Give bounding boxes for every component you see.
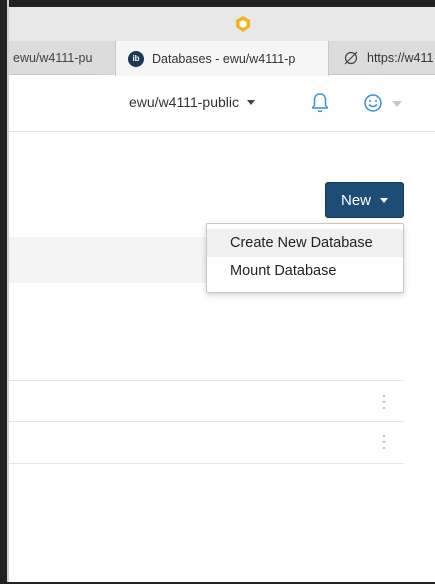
tab-title: Databases - ewu/w4111-p	[152, 51, 296, 66]
honey-shield-icon[interactable]	[235, 15, 251, 33]
no-favicon-globe-icon	[344, 51, 358, 65]
ib-favicon-icon: ib	[128, 50, 144, 67]
row-menu-kebab-icon[interactable]	[382, 434, 386, 450]
browser-titlebar	[9, 7, 435, 41]
browser-tab-3[interactable]: https://w411	[329, 41, 435, 75]
window-frame-top	[0, 0, 435, 7]
smiley-icon[interactable]	[363, 93, 383, 113]
account-label: ewu/w4111-public	[129, 94, 239, 110]
new-button[interactable]: New	[325, 182, 404, 218]
tab-fade	[306, 41, 328, 76]
menu-item-create-new-database[interactable]: Create New Database	[207, 229, 403, 257]
chevron-down-icon	[380, 197, 388, 203]
account-switcher[interactable]: ewu/w4111-public	[129, 94, 255, 110]
main-content: New	[9, 133, 435, 582]
app-header: ewu/w4111-public	[9, 76, 435, 132]
tab-title: https://w411	[367, 51, 434, 65]
new-dropdown-menu: Create New Database Mount Database	[206, 223, 404, 293]
user-menu-chevron-icon[interactable]	[392, 101, 402, 107]
row-menu-kebab-icon[interactable]	[382, 394, 386, 410]
table-row-divider	[9, 463, 404, 464]
table-row-divider	[9, 380, 404, 381]
window-frame-left	[0, 0, 7, 584]
section-band	[9, 237, 209, 283]
browser-tab-strip: ewu/w4111-pu ib Databases - ewu/w4111-p …	[9, 41, 435, 76]
table-row-divider	[9, 421, 404, 422]
browser-tab-1[interactable]: ewu/w4111-pu	[9, 41, 115, 75]
new-button-label: New	[340, 191, 371, 209]
browser-tab-2-active[interactable]: ib Databases - ewu/w4111-p	[115, 41, 329, 76]
tab-title: ewu/w4111-pu	[13, 51, 93, 65]
tab-fade	[93, 41, 115, 75]
menu-item-mount-database[interactable]: Mount Database	[207, 257, 403, 285]
bell-icon[interactable]	[310, 92, 330, 114]
chevron-down-icon	[247, 99, 255, 105]
